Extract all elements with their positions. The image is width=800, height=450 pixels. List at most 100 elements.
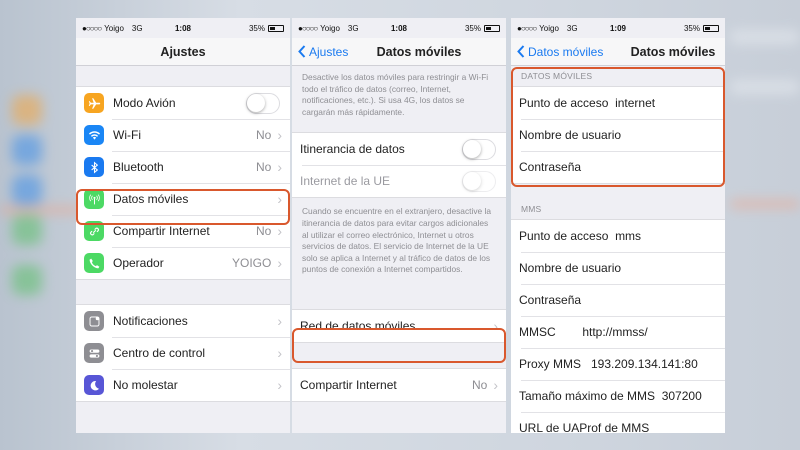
settings-row-label: Bluetooth (113, 160, 164, 174)
settings-row-label: No molestar (113, 378, 178, 392)
chevron-right-icon: › (277, 159, 282, 175)
apn-field[interactable]: Punto de acceso internet (511, 87, 725, 119)
status-time: 1:08 (390, 23, 407, 33)
mms-proxy-field[interactable]: Proxy MMS 193.209.134.141:80 (511, 348, 725, 380)
control-center-icon (84, 343, 104, 363)
mmsc-field[interactable]: MMSC http://mmss/ (511, 316, 725, 348)
wifi-icon (84, 125, 104, 145)
section-header-mobile-data: DATOS MÓVILES (521, 71, 593, 81)
chevron-right-icon: › (277, 377, 282, 393)
settings-group-system: Notificaciones › Centro de control › No … (76, 304, 290, 402)
settings-row-label: Centro de control (113, 346, 206, 360)
status-time: 1:08 (174, 23, 191, 33)
mobile-data-note: Desactive los datos móviles para restrin… (302, 72, 489, 117)
settings-row-value: YOIGO (231, 256, 272, 270)
status-bar: ●○○○○ Yoigo 3G 1:08 35% (76, 18, 290, 38)
chevron-right-icon: › (277, 313, 282, 329)
section-header-mms: MMS (521, 204, 542, 214)
phone-icon (84, 253, 104, 273)
settings-row-personal-hotspot[interactable]: Compartir Internet No › (292, 369, 506, 401)
settings-row-label: Itinerancia de datos (300, 142, 405, 157)
airplane-icon (84, 93, 104, 113)
settings-row-data-roaming[interactable]: Itinerancia de datos (292, 133, 506, 165)
settings-row-value: No (255, 224, 272, 238)
settings-row-label: Datos móviles (113, 192, 189, 206)
settings-row-mobile-data-network[interactable]: Red de datos móviles › (292, 310, 506, 342)
settings-row-label: Modo Avión (113, 96, 176, 110)
mobile-data-fields: Punto de acceso internet Nombre de usuar… (511, 86, 725, 184)
chevron-left-icon (298, 45, 306, 58)
chevron-right-icon: › (277, 223, 282, 239)
mobile-data-screen: ●○○○○ Yoigo 3G 1:08 35% Ajustes Datos mó… (292, 18, 506, 433)
page-title: Ajustes (160, 44, 206, 59)
roaming-note: Cuando se encuentre en el extranjero, de… (302, 206, 492, 275)
roaming-group: Itinerancia de datos Internet de la UE (292, 132, 506, 199)
page-title: Datos móviles (376, 44, 462, 59)
mms-username-field[interactable]: Nombre de usuario (511, 252, 725, 284)
battery-icon (703, 24, 719, 32)
hotspot-icon (84, 221, 104, 241)
chevron-right-icon: › (277, 255, 282, 271)
page-title: Datos móviles (630, 44, 716, 59)
moon-icon (84, 375, 104, 395)
field-label: Contraseña (519, 160, 582, 174)
mms-fields: Punto de acceso mms Nombre de usuario Co… (511, 219, 725, 433)
mms-uaprof-field[interactable]: URL de UAProf de MMS (511, 412, 725, 433)
field-label: Punto de acceso mms (519, 229, 642, 243)
status-bar: ●○○○○ Yoigo 3G 1:09 35% (511, 18, 725, 38)
chevron-right-icon: › (277, 345, 282, 361)
back-button[interactable]: Datos móviles (517, 45, 603, 59)
field-label: MMSC http://mmss/ (519, 325, 648, 339)
eu-internet-toggle[interactable] (462, 170, 496, 192)
settings-row-label: Wi-Fi (113, 128, 141, 142)
field-label: Nombre de usuario (519, 261, 622, 275)
chevron-right-icon: › (277, 127, 282, 143)
field-label: Punto de acceso internet (519, 96, 656, 110)
settings-row-airplane-mode[interactable]: Modo Avión (76, 87, 290, 119)
notifications-icon (84, 311, 104, 331)
airplane-mode-toggle[interactable] (246, 92, 280, 114)
data-roaming-toggle[interactable] (462, 138, 496, 160)
settings-row-bluetooth[interactable]: Bluetooth No › (76, 151, 290, 183)
settings-row-do-not-disturb[interactable]: No molestar › (76, 369, 290, 401)
nav-bar: Ajustes (76, 38, 290, 66)
field-label: Nombre de usuario (519, 128, 622, 142)
settings-row-label: Compartir Internet (113, 224, 210, 238)
username-field[interactable]: Nombre de usuario (511, 119, 725, 151)
settings-screen: ●○○○○ Yoigo 3G 1:08 35% Ajustes Modo Avi… (76, 18, 290, 433)
field-label: Contraseña (519, 293, 582, 307)
settings-row-carrier[interactable]: Operador YOIGO › (76, 247, 290, 279)
settings-row-label: Operador (113, 256, 164, 270)
settings-row-label: Internet de la UE (300, 174, 391, 189)
field-label: URL de UAProf de MMS (519, 421, 650, 433)
status-time: 1:09 (609, 23, 626, 33)
settings-row-mobile-data[interactable]: Datos móviles › (76, 183, 290, 215)
mms-max-size-field[interactable]: Tamaño máximo de MMS 307200 (511, 380, 725, 412)
field-label: Proxy MMS 193.209.134.141:80 (519, 357, 698, 371)
password-field[interactable]: Contraseña (511, 151, 725, 183)
settings-row-control-center[interactable]: Centro de control › (76, 337, 290, 369)
nav-bar: Datos móviles Datos móviles (511, 38, 725, 66)
network-group: Red de datos móviles › (292, 308, 506, 343)
mms-apn-field[interactable]: Punto de acceso mms (511, 220, 725, 252)
share-group: Compartir Internet No › (292, 367, 506, 402)
battery-icon (484, 24, 500, 32)
nav-bar: Ajustes Datos móviles (292, 38, 506, 66)
bluetooth-icon (84, 157, 104, 177)
settings-row-label: Notificaciones (113, 314, 188, 328)
settings-row-eu-internet[interactable]: Internet de la UE (292, 165, 506, 197)
back-button-label: Ajustes (309, 44, 349, 59)
field-label: Tamaño máximo de MMS 307200 (519, 389, 702, 403)
settings-row-value: No (471, 377, 488, 392)
settings-row-wifi[interactable]: Wi-Fi No › (76, 119, 290, 151)
chevron-left-icon (517, 45, 525, 58)
back-button[interactable]: Ajustes (298, 45, 348, 59)
settings-row-value: No (255, 160, 272, 174)
chevron-right-icon: › (493, 376, 498, 393)
settings-row-personal-hotspot[interactable]: Compartir Internet No › (76, 215, 290, 247)
mms-password-field[interactable]: Contraseña (511, 284, 725, 316)
settings-row-label: Compartir Internet (300, 377, 397, 392)
settings-group-connectivity: Modo Avión Wi-Fi No › Bluetooth No › Dat… (76, 86, 290, 280)
settings-row-notifications[interactable]: Notificaciones › (76, 305, 290, 337)
settings-row-label: Red de datos móviles (300, 318, 416, 333)
